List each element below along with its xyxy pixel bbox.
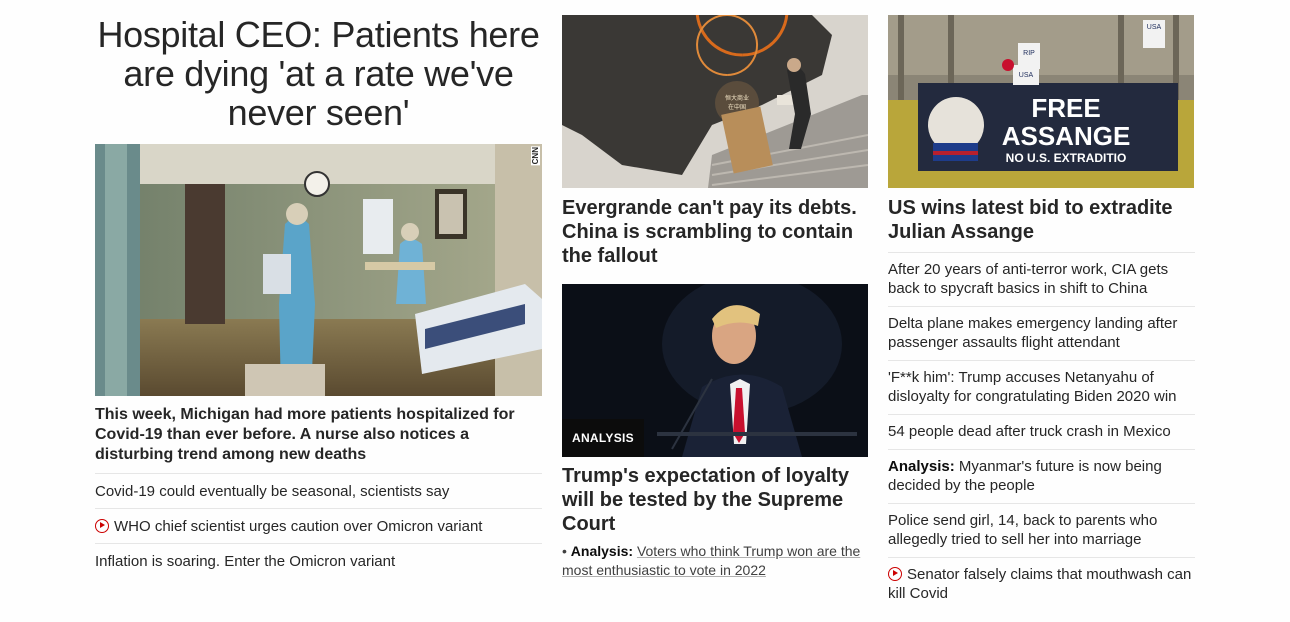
list-item[interactable]: Senator falsely claims that mouthwash ca… <box>888 557 1195 611</box>
lead-story-column: Hospital CEO: Patients here are dying 'a… <box>95 15 542 578</box>
list-item[interactable]: After 20 years of anti-terror work, CIA … <box>888 252 1195 306</box>
list-item[interactable]: Inflation is soaring. Enter the Omicron … <box>95 543 542 578</box>
sign-text: 恒大商业 <box>725 94 749 102</box>
hospital-photo[interactable]: CNN <box>95 144 542 396</box>
story-headline[interactable]: US wins latest bid to extradite Julian A… <box>888 196 1195 244</box>
story-headline[interactable]: Evergrande can't pay its debts. China is… <box>562 196 868 268</box>
lead-subhead[interactable]: This week, Michigan had more patients ho… <box>95 405 542 473</box>
headline-link[interactable]: Police send girl, 14, back to parents wh… <box>888 512 1157 548</box>
sign-usa-2: USA <box>1147 24 1162 31</box>
list-item[interactable]: Police send girl, 14, back to parents wh… <box>888 503 1195 557</box>
banner-assange: ASSANGE <box>1002 121 1131 151</box>
trump-photo[interactable]: ANALYSIS <box>562 284 868 457</box>
list-item[interactable]: Delta plane makes emergency landing afte… <box>888 306 1195 360</box>
svg-text:在中国: 在中国 <box>728 103 746 111</box>
headline-link[interactable]: After 20 years of anti-terror work, CIA … <box>888 261 1168 297</box>
related-analysis-link[interactable]: • Analysis: Voters who think Trump won a… <box>562 542 868 580</box>
lead-headline[interactable]: Hospital CEO: Patients here are dying 'a… <box>95 15 542 132</box>
list-item[interactable]: Covid-19 could eventually be seasonal, s… <box>95 473 542 508</box>
assange-protest-photo[interactable]: FREE ASSANGE NO U.S. EXTRADITIO RIP USA … <box>888 15 1194 188</box>
headline-link[interactable]: 54 people dead after truck crash in Mexi… <box>888 423 1171 440</box>
bullet: • <box>562 543 567 559</box>
right-column: FREE ASSANGE NO U.S. EXTRADITIO RIP USA … <box>888 15 1195 611</box>
list-item[interactable]: 54 people dead after truck crash in Mexi… <box>888 414 1195 449</box>
analysis-badge: ANALYSIS <box>562 419 644 457</box>
sign-rip: RIP <box>1023 50 1035 57</box>
story-headline[interactable]: Trump's expectation of loyalty will be t… <box>562 464 868 536</box>
play-video-icon <box>95 519 109 533</box>
headline-link[interactable]: 'F**k him': Trump accuses Netanyahu of d… <box>888 369 1177 405</box>
list-item[interactable]: 'F**k him': Trump accuses Netanyahu of d… <box>888 360 1195 414</box>
play-video-icon <box>888 567 902 581</box>
cnn-watermark: CNN <box>531 146 540 166</box>
headline-link[interactable]: Senator falsely claims that mouthwash ca… <box>888 566 1191 602</box>
list-item[interactable]: Analysis: Myanmar's future is now being … <box>888 449 1195 503</box>
headline-link[interactable]: Inflation is soaring. Enter the Omicron … <box>95 553 395 570</box>
list-item[interactable]: WHO chief scientist urges caution over O… <box>95 508 542 543</box>
evergrande-photo[interactable]: 恒大商业 在中国 <box>562 15 868 188</box>
sign-usa: USA <box>1019 72 1034 79</box>
headline-link[interactable]: WHO chief scientist urges caution over O… <box>114 518 482 535</box>
headline-link[interactable]: Delta plane makes emergency landing afte… <box>888 315 1177 351</box>
banner-free: FREE <box>1031 93 1100 123</box>
banner-extradition: NO U.S. EXTRADITIO <box>1006 151 1127 165</box>
analysis-label: Analysis: <box>888 458 955 475</box>
middle-column: 恒大商业 在中国 Evergrande can't pay its debts.… <box>562 15 868 580</box>
analysis-label: Analysis: <box>570 543 634 559</box>
headline-link[interactable]: Covid-19 could eventually be seasonal, s… <box>95 483 449 500</box>
